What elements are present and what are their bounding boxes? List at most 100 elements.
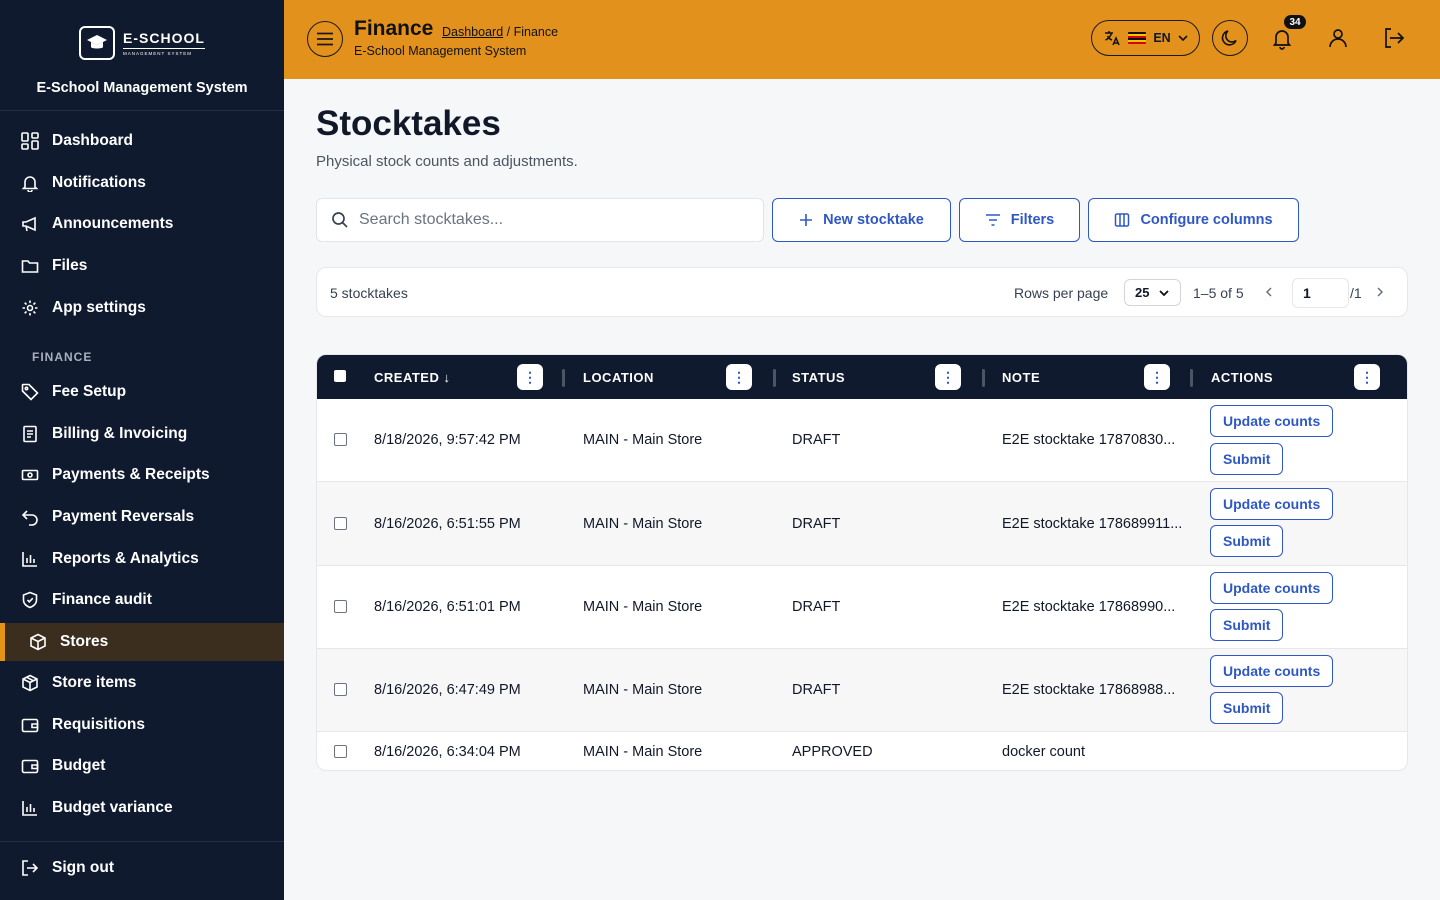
page-description: Physical stock counts and adjustments.	[316, 153, 578, 170]
filters-button[interactable]: Filters	[959, 198, 1080, 242]
row-checkbox[interactable]	[334, 745, 347, 758]
submit-button[interactable]: Submit	[1210, 692, 1284, 724]
sidebar-item-notifications[interactable]: Notifications	[0, 164, 284, 202]
sidebar-item-dashboard[interactable]: Dashboard	[0, 122, 284, 160]
sidebar-item-label: Requisitions	[52, 716, 146, 733]
sidebar-item-reports[interactable]: Reports & Analytics	[0, 540, 284, 578]
new-stocktake-button[interactable]: New stocktake	[772, 198, 951, 242]
sign-out-button[interactable]: Sign out	[0, 849, 284, 887]
table-row: 8/16/2026, 6:51:55 PM MAIN - Main Store …	[317, 482, 1407, 566]
plus-icon	[800, 214, 813, 226]
cell-status: APPROVED	[792, 744, 873, 760]
configure-columns-label: Configure columns	[1140, 212, 1273, 228]
result-count: 5 stocktakes	[330, 285, 408, 301]
update-counts-button[interactable]: Update counts	[1210, 655, 1334, 687]
sign-out-label: Sign out	[52, 859, 114, 876]
cash-icon	[20, 465, 40, 485]
cell-status: DRAFT	[792, 516, 841, 532]
column-resize-handle[interactable]	[1190, 369, 1193, 387]
select-all-checkbox[interactable]	[334, 370, 346, 382]
box-icon	[28, 632, 48, 652]
menu-toggle-button[interactable]	[307, 21, 343, 57]
app-logo[interactable]: E-SCHOOL MANAGEMENT SYSTEM	[79, 26, 205, 60]
sidebar-item-label: Files	[52, 257, 88, 274]
column-header-created[interactable]: CREATED ↓	[374, 370, 451, 385]
previous-page-button[interactable]	[1265, 284, 1273, 300]
rows-per-page-select[interactable]: 25	[1124, 279, 1181, 306]
logo-text: E-SCHOOL	[123, 30, 205, 49]
theme-toggle-button[interactable]	[1212, 20, 1248, 56]
language-selector[interactable]: EN	[1091, 20, 1200, 56]
column-resize-handle[interactable]	[773, 369, 776, 387]
sidebar-item-store-items[interactable]: Store items	[0, 664, 284, 702]
row-checkbox[interactable]	[334, 433, 347, 446]
app-name: E-School Management System	[36, 80, 248, 96]
notifications-bell-icon[interactable]	[1270, 26, 1294, 50]
sign-out-icon	[20, 858, 40, 878]
sidebar-item-budget[interactable]: Budget	[0, 747, 284, 785]
uganda-flag-icon	[1128, 32, 1147, 44]
sidebar-item-requisitions[interactable]: Requisitions	[0, 706, 284, 744]
cell-note: docker count	[1002, 744, 1086, 760]
cell-status: DRAFT	[792, 432, 841, 448]
shield-icon	[20, 590, 40, 610]
wallet-icon	[20, 756, 40, 776]
column-menu-button[interactable]: ⋮	[517, 364, 543, 390]
user-profile-icon[interactable]	[1326, 26, 1350, 50]
column-menu-button[interactable]: ⋮	[935, 364, 961, 390]
sidebar-item-fee-setup[interactable]: Fee Setup	[0, 373, 284, 411]
submit-button[interactable]: Submit	[1210, 443, 1284, 475]
page-range: 1–5 of 5	[1193, 285, 1244, 301]
row-checkbox[interactable]	[334, 517, 347, 530]
sidebar-item-label: Payment Reversals	[52, 508, 195, 525]
breadcrumb: Dashboard / Finance	[442, 25, 558, 39]
search-input[interactable]	[359, 211, 739, 229]
column-resize-handle[interactable]	[562, 369, 565, 387]
logout-icon[interactable]	[1382, 26, 1406, 50]
update-counts-button[interactable]: Update counts	[1210, 488, 1334, 520]
update-counts-button[interactable]: Update counts	[1210, 405, 1334, 437]
sidebar-item-stores[interactable]: Stores	[0, 623, 284, 661]
sidebar-item-payments[interactable]: Payments & Receipts	[0, 456, 284, 494]
sidebar-item-billing[interactable]: Billing & Invoicing	[0, 415, 284, 453]
sidebar-item-budget-variance[interactable]: Budget variance	[0, 789, 284, 827]
page-number-input[interactable]: 1	[1292, 278, 1349, 308]
sidebar-item-announcements[interactable]: Announcements	[0, 205, 284, 243]
chevron-right-icon	[1377, 287, 1384, 297]
top-header: Finance Dashboard / Finance E-School Man…	[284, 0, 1440, 79]
sidebar-item-files[interactable]: Files	[0, 247, 284, 285]
search-box[interactable]	[316, 198, 764, 242]
next-page-button[interactable]	[1376, 284, 1384, 300]
row-checkbox[interactable]	[334, 683, 347, 696]
sidebar-item-payment-reversals[interactable]: Payment Reversals	[0, 498, 284, 536]
cell-note: E2E stocktake 178689911...	[1002, 516, 1183, 532]
cell-location: MAIN - Main Store	[583, 682, 703, 698]
chevron-left-icon	[1265, 287, 1272, 297]
table-header: CREATED ↓ ⋮ LOCATION ⋮ STATUS ⋮ NOTE ⋮ A…	[317, 355, 1407, 399]
column-menu-button[interactable]: ⋮	[1354, 364, 1380, 390]
row-checkbox[interactable]	[334, 600, 347, 613]
gear-icon	[20, 298, 40, 318]
column-header-location[interactable]: LOCATION	[583, 370, 654, 385]
submit-button[interactable]: Submit	[1210, 525, 1284, 557]
column-resize-handle[interactable]	[982, 369, 985, 387]
update-counts-button[interactable]: Update counts	[1210, 572, 1334, 604]
column-header-note[interactable]: NOTE	[1002, 370, 1040, 385]
column-menu-button[interactable]: ⋮	[726, 364, 752, 390]
package-icon	[20, 673, 40, 693]
sidebar-item-finance-audit[interactable]: Finance audit	[0, 581, 284, 619]
configure-columns-button[interactable]: Configure columns	[1088, 198, 1299, 242]
column-menu-button[interactable]: ⋮	[1144, 364, 1170, 390]
rows-per-page-label: Rows per page	[1014, 285, 1109, 301]
rows-per-page-value: 25	[1135, 285, 1150, 300]
table-row: 8/18/2026, 9:57:42 PM MAIN - Main Store …	[317, 399, 1407, 482]
breadcrumb-dashboard-link[interactable]: Dashboard	[442, 25, 503, 39]
cell-location: MAIN - Main Store	[583, 432, 703, 448]
submit-button[interactable]: Submit	[1210, 609, 1284, 641]
sidebar-item-app-settings[interactable]: App settings	[0, 289, 284, 327]
sidebar-item-label: Stores	[60, 633, 109, 650]
sidebar-item-label: Finance audit	[52, 591, 152, 608]
folder-icon	[20, 256, 40, 276]
table-row: 8/16/2026, 6:47:49 PM MAIN - Main Store …	[317, 649, 1407, 732]
column-header-status[interactable]: STATUS	[792, 370, 845, 385]
